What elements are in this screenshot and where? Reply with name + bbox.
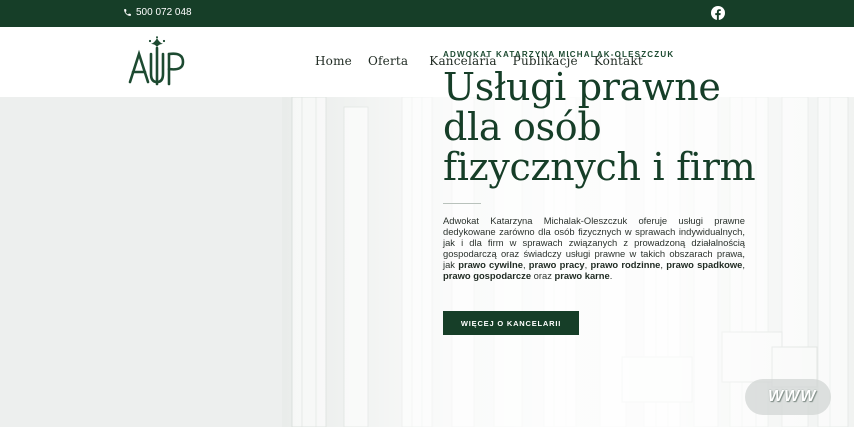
area-labor: prawo pracy [528, 259, 585, 270]
hero-left-panel [0, 97, 282, 427]
nav-oferta[interactable]: Oferta [368, 54, 408, 68]
law-office-logo[interactable] [127, 36, 185, 86]
phone-link[interactable]: 500 072 048 [123, 7, 192, 18]
www-watermark: WWW [768, 388, 817, 405]
area-inheritance: prawo spadkowe [666, 259, 743, 270]
description-connector: oraz [533, 270, 552, 281]
nav-home[interactable]: Home [315, 54, 352, 68]
hero-eyebrow: ADWOKAT KATARZYNA MICHALAK-OLESZCZUK [443, 50, 675, 59]
area-family: prawo rodzinne [590, 259, 661, 270]
phone-icon [124, 9, 131, 16]
phone-number: 500 072 048 [136, 7, 192, 18]
hero-title-line-2: dla osób [443, 105, 602, 149]
top-bar: 500 072 048 [0, 0, 854, 27]
hero-title-line-3: fizycznych i firm [443, 145, 756, 189]
more-about-office-button[interactable]: WIĘCEJ O KANCELARII [443, 311, 579, 335]
area-business: prawo gospodarcze [443, 270, 532, 281]
hero-divider [443, 203, 481, 204]
hero-title-line-1: Usługi prawne [443, 65, 721, 109]
area-civil: prawo cywilne [458, 259, 523, 270]
hero-description: Adwokat Katarzyna Michalak-Oleszczuk ofe… [443, 215, 746, 281]
hero-title: Usługi prawne dla osób fizycznych i firm [443, 67, 783, 187]
area-criminal: prawo karne [554, 270, 610, 281]
facebook-icon[interactable] [711, 6, 725, 20]
